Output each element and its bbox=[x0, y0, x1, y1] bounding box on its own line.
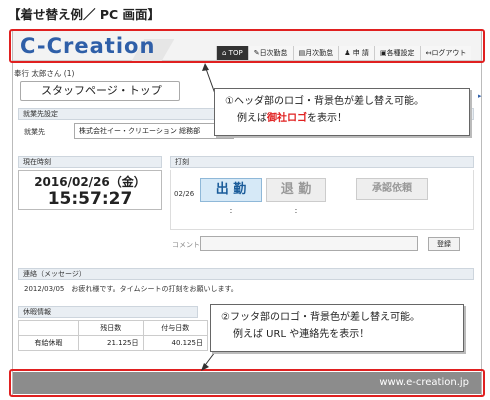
footer-callout-line2: 例えば URL や連絡先を表示！ bbox=[233, 329, 370, 340]
header-callout-line2: 例えば御社ロゴを表示！ bbox=[237, 113, 347, 124]
header-callout-line1: ①ヘッダ部のロゴ・背景色が差し替え可能。 bbox=[225, 96, 424, 107]
footer-callout-line1: ②フッタ部のロゴ・背景色が差し替え可能。 bbox=[221, 312, 420, 323]
header-arrow-head bbox=[202, 63, 209, 71]
footer-callout: ②フッタ部のロゴ・背景色が差し替え可能。 例えば URL や連絡先を表示！ bbox=[210, 304, 464, 352]
header-callout: ①ヘッダ部のロゴ・背景色が差し替え可能。 例えば御社ロゴを表示！ bbox=[214, 88, 470, 136]
company-logo-highlight: 御社ロゴ bbox=[267, 113, 307, 124]
footer-arrow-head bbox=[201, 363, 209, 371]
